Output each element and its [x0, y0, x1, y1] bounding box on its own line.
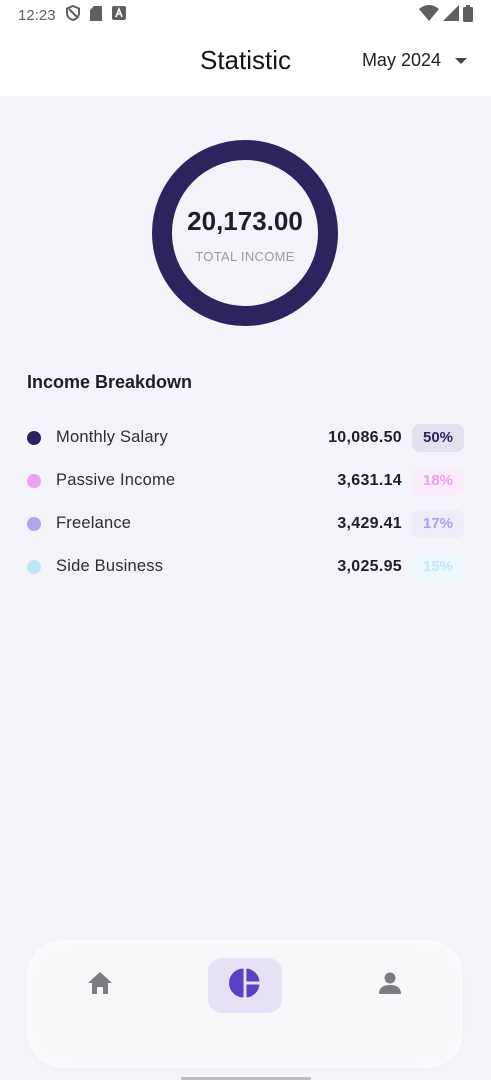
month-selected-value: May 2024: [361, 50, 441, 70]
month-dropdown[interactable]: May 2024: [362, 50, 467, 71]
bottom-navigation: [27, 940, 463, 1068]
app-bar: Statistic May 2024: [0, 30, 491, 96]
category-label: Side Business: [56, 557, 164, 575]
category-label: Monthly Salary: [56, 428, 168, 446]
category-amount: 3,429.41: [337, 514, 402, 532]
category-label: Freelance: [56, 514, 132, 532]
category-label: Passive Income: [56, 471, 176, 489]
income-breakdown-title: Income Breakdown: [27, 372, 193, 392]
income-breakdown-list: Monthly Salary 10,086.50 50% Passive Inc…: [27, 416, 464, 588]
list-item[interactable]: Passive Income 3,631.14 18%: [27, 459, 464, 502]
shield-icon: [65, 4, 80, 25]
list-item[interactable]: Monthly Salary 10,086.50 50%: [27, 416, 464, 459]
category-percent-badge: 18%: [412, 466, 464, 495]
home-icon: [87, 971, 113, 1000]
category-amount: 10,086.50: [328, 428, 402, 446]
profile-icon: [378, 971, 402, 1000]
donut-center: 20,173.00 TOTAL INCOME: [150, 138, 340, 328]
category-percent-badge: 17%: [412, 509, 464, 538]
keyboard-a-icon: [111, 6, 126, 24]
dropdown-caret-icon: [455, 57, 467, 64]
category-amount: 3,631.14: [337, 471, 402, 489]
nav-profile[interactable]: [353, 958, 427, 1013]
legend-dot: [27, 473, 41, 488]
category-amount: 3,025.95: [337, 557, 402, 575]
wifi-icon: [419, 5, 439, 25]
category-percent-badge: 15%: [412, 552, 464, 581]
list-item[interactable]: Side Business 3,025.95 15%: [27, 545, 464, 588]
nav-statistics[interactable]: [208, 958, 282, 1013]
legend-dot: [27, 559, 41, 574]
status-bar: 12:23: [0, 0, 491, 30]
total-income-label: TOTAL INCOME: [195, 249, 295, 264]
list-item[interactable]: Freelance 3,429.41 17%: [27, 502, 464, 545]
pie-chart-icon: [229, 967, 261, 1004]
status-time: 12:23: [18, 6, 56, 24]
sd-card-icon: [89, 5, 102, 25]
income-donut-chart: 20,173.00 TOTAL INCOME: [150, 138, 340, 328]
legend-dot: [27, 430, 41, 445]
legend-dot: [27, 516, 41, 531]
battery-icon: [463, 4, 473, 26]
category-percent-badge: 50%: [412, 423, 464, 452]
nav-home[interactable]: [63, 958, 137, 1013]
signal-icon: [443, 5, 459, 25]
total-income-value: 20,173.00: [187, 206, 303, 236]
